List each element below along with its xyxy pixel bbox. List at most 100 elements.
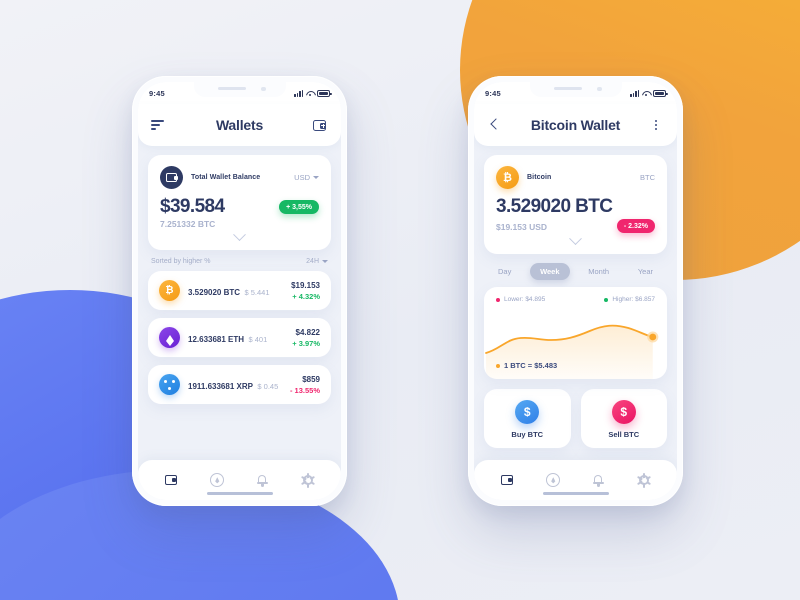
bitcoin-icon: ₿ <box>159 280 180 301</box>
asset-unit-price: $ 0.45 <box>257 381 279 391</box>
dollar-icon: $ <box>515 400 540 424</box>
app-header-bitcoin: Bitcoin Wallet <box>474 104 677 146</box>
wallet-add-icon[interactable] <box>312 117 328 133</box>
table-row[interactable]: 12.633681 ETH $ 401 $4.822 + 3.97% <box>148 318 331 357</box>
speaker-grille <box>553 87 582 90</box>
front-camera <box>597 86 602 91</box>
tab-month[interactable]: Month <box>578 263 619 280</box>
balance-amount: $39.584 <box>160 196 225 217</box>
wifi-icon <box>306 90 314 97</box>
balance-card-header: Total Wallet Balance USD <box>160 166 319 189</box>
status-time: 9:45 <box>149 88 165 98</box>
asset-info: 3.529020 BTC $ 5.441 <box>188 282 283 300</box>
asset-change: - 13.55% <box>289 385 320 395</box>
current-rate-label: 1 BTC = $5.483 <box>504 361 558 370</box>
balance-card-header: ₿ Bitcoin BTC <box>496 166 655 189</box>
dollar-icon: $ <box>611 400 636 424</box>
balance-amount-row: 3.529020 BTC <box>496 196 655 218</box>
asset-amount: 1911.633681 XRP <box>188 381 253 391</box>
chevron-down-icon <box>322 260 328 263</box>
bell-icon[interactable] <box>255 473 269 487</box>
status-icons <box>630 89 668 97</box>
currency-code: BTC <box>640 173 655 182</box>
bell-icon[interactable] <box>591 473 605 487</box>
battery-icon <box>653 90 668 97</box>
signal-icon <box>630 89 639 97</box>
signal-icon <box>294 89 303 97</box>
legend-higher: Higher: $6.857 <box>604 296 655 303</box>
status-time: 9:45 <box>485 88 501 98</box>
range-selector[interactable]: 24H <box>306 258 328 265</box>
buy-btc-button[interactable]: $ Buy BTC <box>484 389 571 448</box>
ethereum-icon <box>159 327 180 348</box>
sort-row: Sorted by higher % 24H <box>148 250 331 271</box>
currency-selector[interactable]: USD <box>294 173 319 182</box>
device-notch <box>529 82 622 97</box>
bitcoin-icon: ₿ <box>496 166 519 189</box>
asset-change: + 3.97% <box>292 338 320 348</box>
balance-sub-row: $19.153 USD - 2.32% <box>496 219 655 233</box>
chart-area-fill <box>486 325 653 379</box>
screen-bitcoin-wallet: 9:45 Bitcoin Wallet ₿ Bitcoin BTC 3.5290… <box>474 82 677 500</box>
filter-lines-icon[interactable] <box>151 117 167 133</box>
wifi-icon <box>642 90 650 97</box>
app-header-wallets: Wallets <box>138 104 341 146</box>
asset-unit-price: $ 401 <box>248 334 268 344</box>
currency-value: USD <box>294 173 310 182</box>
home-indicator <box>542 492 609 495</box>
bitcoin-scroll-area[interactable]: ₿ Bitcoin BTC 3.529020 BTC $19.153 USD -… <box>474 146 677 460</box>
gear-icon[interactable] <box>301 472 316 488</box>
tab-day[interactable]: Day <box>488 263 521 280</box>
legend-dot-lower-icon <box>496 297 500 302</box>
chevron-down-icon <box>313 176 319 179</box>
battery-icon <box>317 90 332 97</box>
page-title: Wallets <box>215 117 264 133</box>
table-row[interactable]: 1911.633681 XRP $ 0.45 $859 - 13.55% <box>148 365 331 404</box>
sell-btc-label: Sell BTC <box>608 430 640 439</box>
table-row[interactable]: ₿ 3.529020 BTC $ 5.441 $19.153 + 4.32% <box>148 271 331 310</box>
compass-icon[interactable] <box>209 473 224 487</box>
gear-icon[interactable] <box>637 472 652 488</box>
wallet-tab-icon[interactable] <box>500 473 514 487</box>
rate-dot-icon <box>496 363 500 368</box>
wallets-scroll-area[interactable]: Total Wallet Balance USD $39.584 + 3,55%… <box>138 146 341 460</box>
legend-lower-label: Lower: $4.895 <box>504 296 546 303</box>
asset-info: 1911.633681 XRP $ 0.45 <box>188 376 282 394</box>
front-camera <box>261 86 266 91</box>
expand-balance-button[interactable] <box>160 228 319 244</box>
chevron-down-icon <box>569 232 582 246</box>
balance-label: Bitcoin <box>527 174 552 181</box>
chart-legend: Lower: $4.895 Higher: $6.857 <box>494 296 657 303</box>
legend-higher-label: Higher: $6.857 <box>612 296 655 303</box>
tab-year[interactable]: Year <box>628 263 663 280</box>
asset-unit-price: $ 5.441 <box>244 287 270 297</box>
sell-btc-button[interactable]: $ Sell BTC <box>580 389 667 448</box>
home-indicator <box>206 492 273 495</box>
device-notch <box>193 82 286 97</box>
speaker-grille <box>217 87 246 90</box>
asset-values: $4.822 + 3.97% <box>292 328 320 348</box>
asset-value: $19.153 <box>291 280 320 290</box>
balance-amount: 3.529020 BTC <box>496 196 613 217</box>
asset-value: $4.822 <box>295 327 320 337</box>
status-icons <box>294 89 332 97</box>
ripple-icon <box>159 374 180 395</box>
chevron-left-icon[interactable] <box>487 117 503 133</box>
asset-values: $19.153 + 4.32% <box>291 281 320 301</box>
kebab-menu-icon[interactable] <box>648 117 664 133</box>
wallet-tab-icon[interactable] <box>164 473 178 487</box>
buy-btc-label: Buy BTC <box>511 430 544 439</box>
phone-mockup-bitcoin: 9:45 Bitcoin Wallet ₿ Bitcoin BTC 3.5290… <box>468 76 683 506</box>
price-chart-card: Lower: $4.895 Higher: $6.857 1 BTC = $5.… <box>484 287 667 379</box>
bitcoin-balance-card: ₿ Bitcoin BTC 3.529020 BTC $19.153 USD -… <box>484 155 667 254</box>
asset-value: $859 <box>302 374 320 384</box>
total-balance-card: Total Wallet Balance USD $39.584 + 3,55%… <box>148 155 331 250</box>
asset-amount: 3.529020 BTC <box>188 287 241 297</box>
asset-change: + 4.32% <box>292 291 320 301</box>
phone-mockup-wallets: 9:45 Wallets Total Wallet Balance USD $3… <box>132 76 347 506</box>
legend-dot-higher-icon <box>604 297 609 302</box>
expand-balance-button[interactable] <box>496 232 655 248</box>
compass-icon[interactable] <box>545 473 560 487</box>
tab-week[interactable]: Week <box>530 263 570 280</box>
page-title: Bitcoin Wallet <box>530 117 621 133</box>
